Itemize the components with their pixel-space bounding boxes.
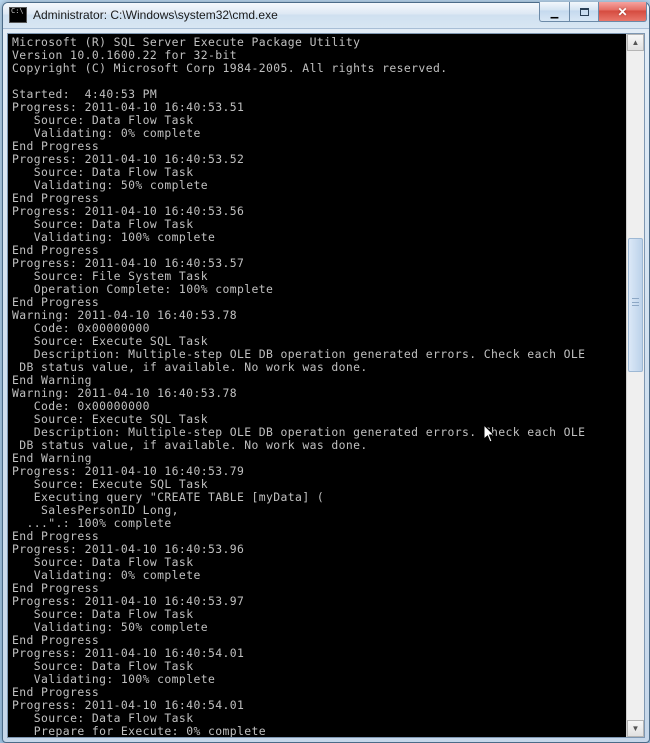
minimize-icon: ▁ (551, 9, 559, 19)
scroll-track[interactable] (627, 51, 644, 720)
maximize-icon (580, 8, 589, 16)
desktop-background: Administrator: C:\Windows\system32\cmd.e… (0, 0, 650, 743)
close-button[interactable]: ✕ (599, 2, 647, 22)
console-output[interactable]: Microsoft (R) SQL Server Execute Package… (8, 34, 626, 737)
scroll-thumb[interactable] (628, 238, 643, 372)
chevron-up-icon: ▲ (632, 38, 640, 47)
cmd-window: Administrator: C:\Windows\system32\cmd.e… (2, 2, 650, 743)
chevron-down-icon: ▼ (632, 724, 640, 733)
vertical-scrollbar[interactable]: ▲ ▼ (626, 34, 644, 737)
client-area: Microsoft (R) SQL Server Execute Package… (7, 33, 645, 738)
window-controls: ▁ ✕ (539, 2, 647, 22)
window-title: Administrator: C:\Windows\system32\cmd.e… (33, 8, 539, 22)
maximize-button[interactable] (569, 2, 599, 22)
scroll-up-button[interactable]: ▲ (627, 34, 644, 51)
minimize-button[interactable]: ▁ (539, 2, 569, 22)
scroll-down-button[interactable]: ▼ (627, 720, 644, 737)
close-icon: ✕ (617, 6, 627, 18)
titlebar[interactable]: Administrator: C:\Windows\system32\cmd.e… (3, 3, 649, 29)
cmd-icon (9, 7, 27, 23)
scroll-grip-icon (632, 298, 639, 306)
